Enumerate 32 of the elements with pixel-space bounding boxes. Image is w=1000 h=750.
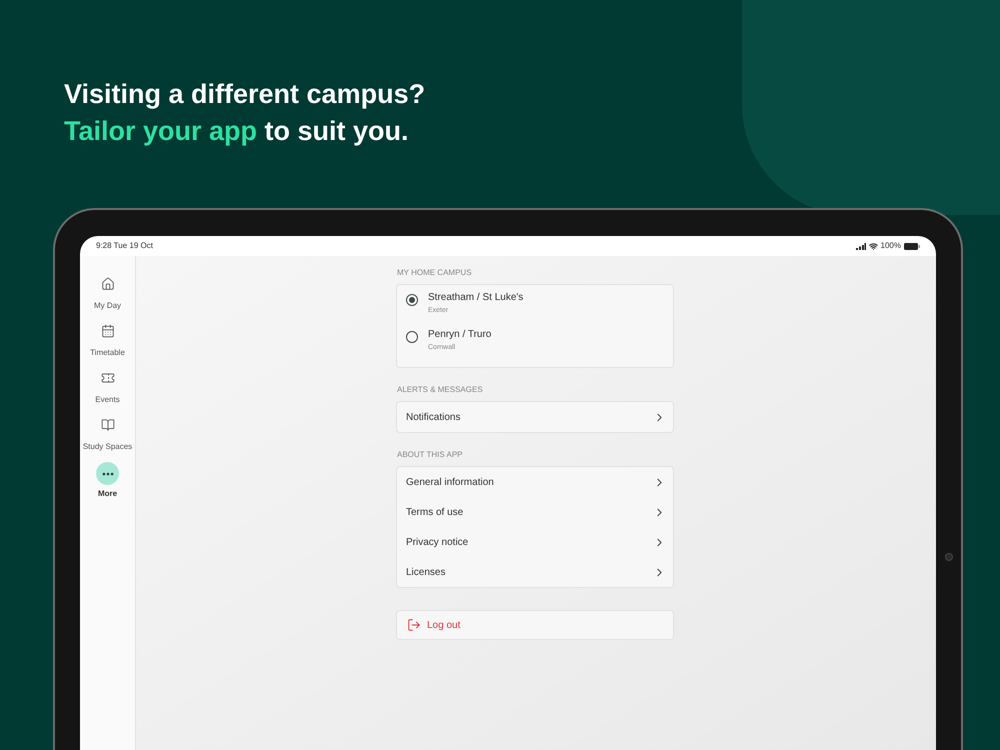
campus-name: Penryn / Truro <box>428 328 492 342</box>
headline: Tailor your app to suit you. <box>64 115 410 148</box>
menu-row[interactable]: Notifications <box>397 402 673 432</box>
radio-button[interactable] <box>406 331 418 343</box>
book-icon <box>100 418 114 432</box>
logout-button[interactable]: Log out <box>396 610 674 640</box>
menu-row[interactable]: General information <box>397 467 673 497</box>
sidebar-item[interactable]: More <box>80 462 135 509</box>
battery-level: 100% <box>880 240 901 252</box>
signal-icon <box>856 242 866 250</box>
battery-icon <box>904 242 920 250</box>
home-icon <box>100 277 114 291</box>
camera-icon <box>945 553 953 561</box>
section-heading: MY HOME CAMPUS <box>396 267 473 279</box>
sidebar-item[interactable]: Events <box>80 368 135 415</box>
sidebar-item[interactable]: Study Spaces <box>80 415 135 462</box>
campus-name: Streatham / St Luke's <box>428 291 524 305</box>
logout-icon <box>407 618 421 632</box>
radio-button[interactable] <box>406 294 418 306</box>
headline: Visiting a different campus? <box>64 78 426 111</box>
ticket-icon <box>100 371 114 385</box>
menu-row[interactable]: Privacy notice <box>397 527 673 557</box>
calendar-icon <box>100 324 114 338</box>
section-heading: ALERTS & MESSAGES <box>396 384 484 396</box>
sidebar-item[interactable]: My Day <box>80 274 135 321</box>
wifi-icon <box>868 242 878 250</box>
more-icon <box>96 462 119 485</box>
status-time: 9:28 Tue 19 Oct <box>96 240 153 252</box>
section-heading: ABOUT THIS APP <box>396 449 464 461</box>
menu-row[interactable]: Terms of use <box>397 497 673 527</box>
sidebar-item[interactable]: Timetable <box>80 321 135 368</box>
menu-row[interactable]: Licenses <box>397 557 673 587</box>
